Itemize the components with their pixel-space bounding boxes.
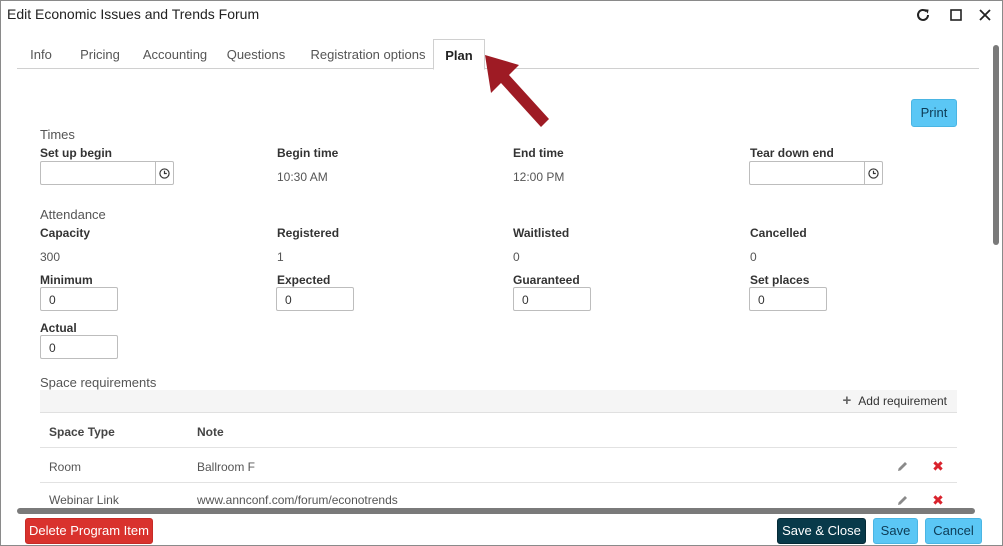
guaranteed-input[interactable]: 0	[513, 287, 591, 311]
end-time-value: 12:00 PM	[513, 170, 565, 184]
maximize-icon[interactable]	[946, 5, 966, 25]
guaranteed-label: Guaranteed	[513, 273, 580, 287]
minimum-input[interactable]: 0	[40, 287, 118, 311]
tab-registration-options[interactable]: Registration options	[307, 39, 429, 69]
capacity-label: Capacity	[40, 226, 91, 240]
waitlisted-value: 0	[513, 250, 520, 264]
teardown-end-input[interactable]	[749, 161, 883, 185]
tab-plan[interactable]: Plan	[433, 39, 485, 70]
tab-questions[interactable]: Questions	[225, 39, 287, 69]
note-cell: Ballroom F	[197, 460, 256, 474]
note-cell: www.annconf.com/forum/econotrends	[197, 493, 398, 507]
vertical-scrollbar[interactable]	[990, 41, 1001, 503]
tab-info[interactable]: Info	[23, 39, 59, 69]
print-button[interactable]: Print	[911, 99, 957, 127]
space-type-cell: Webinar Link	[49, 493, 119, 507]
teardown-end-label: Tear down end	[750, 146, 834, 160]
registered-label: Registered	[277, 226, 340, 240]
annotation-arrow-icon	[485, 55, 549, 127]
column-header-note: Note	[197, 425, 224, 439]
vertical-scrollbar-thumb[interactable]	[993, 45, 999, 245]
expected-input[interactable]: 0	[276, 287, 354, 311]
title-bar: Edit Economic Issues and Trends Forum	[1, 1, 1002, 29]
delete-icon[interactable]: ✖	[931, 493, 945, 507]
capacity-value: 300	[40, 250, 61, 264]
times-section-title: Times	[40, 127, 75, 142]
column-header-space-type: Space Type	[49, 425, 115, 439]
registered-value: 1	[277, 250, 284, 264]
clock-icon[interactable]	[864, 162, 882, 184]
begin-time-value: 10:30 AM	[277, 170, 328, 184]
space-section-title: Space requirements	[40, 375, 157, 390]
cancel-button[interactable]: Cancel	[925, 518, 982, 544]
divider	[40, 482, 957, 483]
actual-label: Actual	[40, 321, 77, 335]
refresh-icon[interactable]	[913, 5, 933, 25]
space-toolbar: + Add requirement	[40, 390, 957, 413]
delete-icon[interactable]: ✖	[931, 459, 945, 473]
waitlisted-label: Waitlisted	[513, 226, 570, 240]
setup-begin-input[interactable]	[40, 161, 174, 185]
minimum-label: Minimum	[40, 273, 93, 287]
expected-label: Expected	[277, 273, 331, 287]
attendance-section-title: Attendance	[40, 207, 106, 222]
dialog-title: Edit Economic Issues and Trends Forum	[7, 6, 260, 22]
set-places-label: Set places	[750, 273, 810, 287]
pencil-icon[interactable]	[896, 460, 910, 474]
setup-begin-label: Set up begin	[40, 146, 112, 160]
cancelled-label: Cancelled	[750, 226, 807, 240]
close-icon[interactable]	[975, 5, 995, 25]
begin-time-label: Begin time	[277, 146, 339, 160]
edit-dialog: Edit Economic Issues and Trends Forum In…	[0, 0, 1003, 546]
set-places-input[interactable]: 0	[749, 287, 827, 311]
save-and-close-button[interactable]: Save & Close	[777, 518, 866, 544]
delete-program-item-button[interactable]: Delete Program Item	[25, 518, 153, 544]
add-requirement-label: Add requirement	[858, 394, 947, 408]
clock-icon[interactable]	[155, 162, 173, 184]
space-type-cell: Room	[49, 460, 82, 474]
add-requirement-button[interactable]: + Add requirement	[842, 392, 947, 409]
actual-input[interactable]: 0	[40, 335, 118, 359]
horizontal-scrollbar-thumb[interactable]	[17, 508, 975, 514]
cancelled-value: 0	[750, 250, 757, 264]
divider	[40, 447, 957, 448]
save-button[interactable]: Save	[873, 518, 918, 544]
tab-pricing[interactable]: Pricing	[75, 39, 125, 69]
horizontal-scrollbar[interactable]	[7, 506, 990, 516]
plus-icon: +	[842, 392, 852, 409]
tab-accounting[interactable]: Accounting	[141, 39, 209, 69]
end-time-label: End time	[513, 146, 564, 160]
